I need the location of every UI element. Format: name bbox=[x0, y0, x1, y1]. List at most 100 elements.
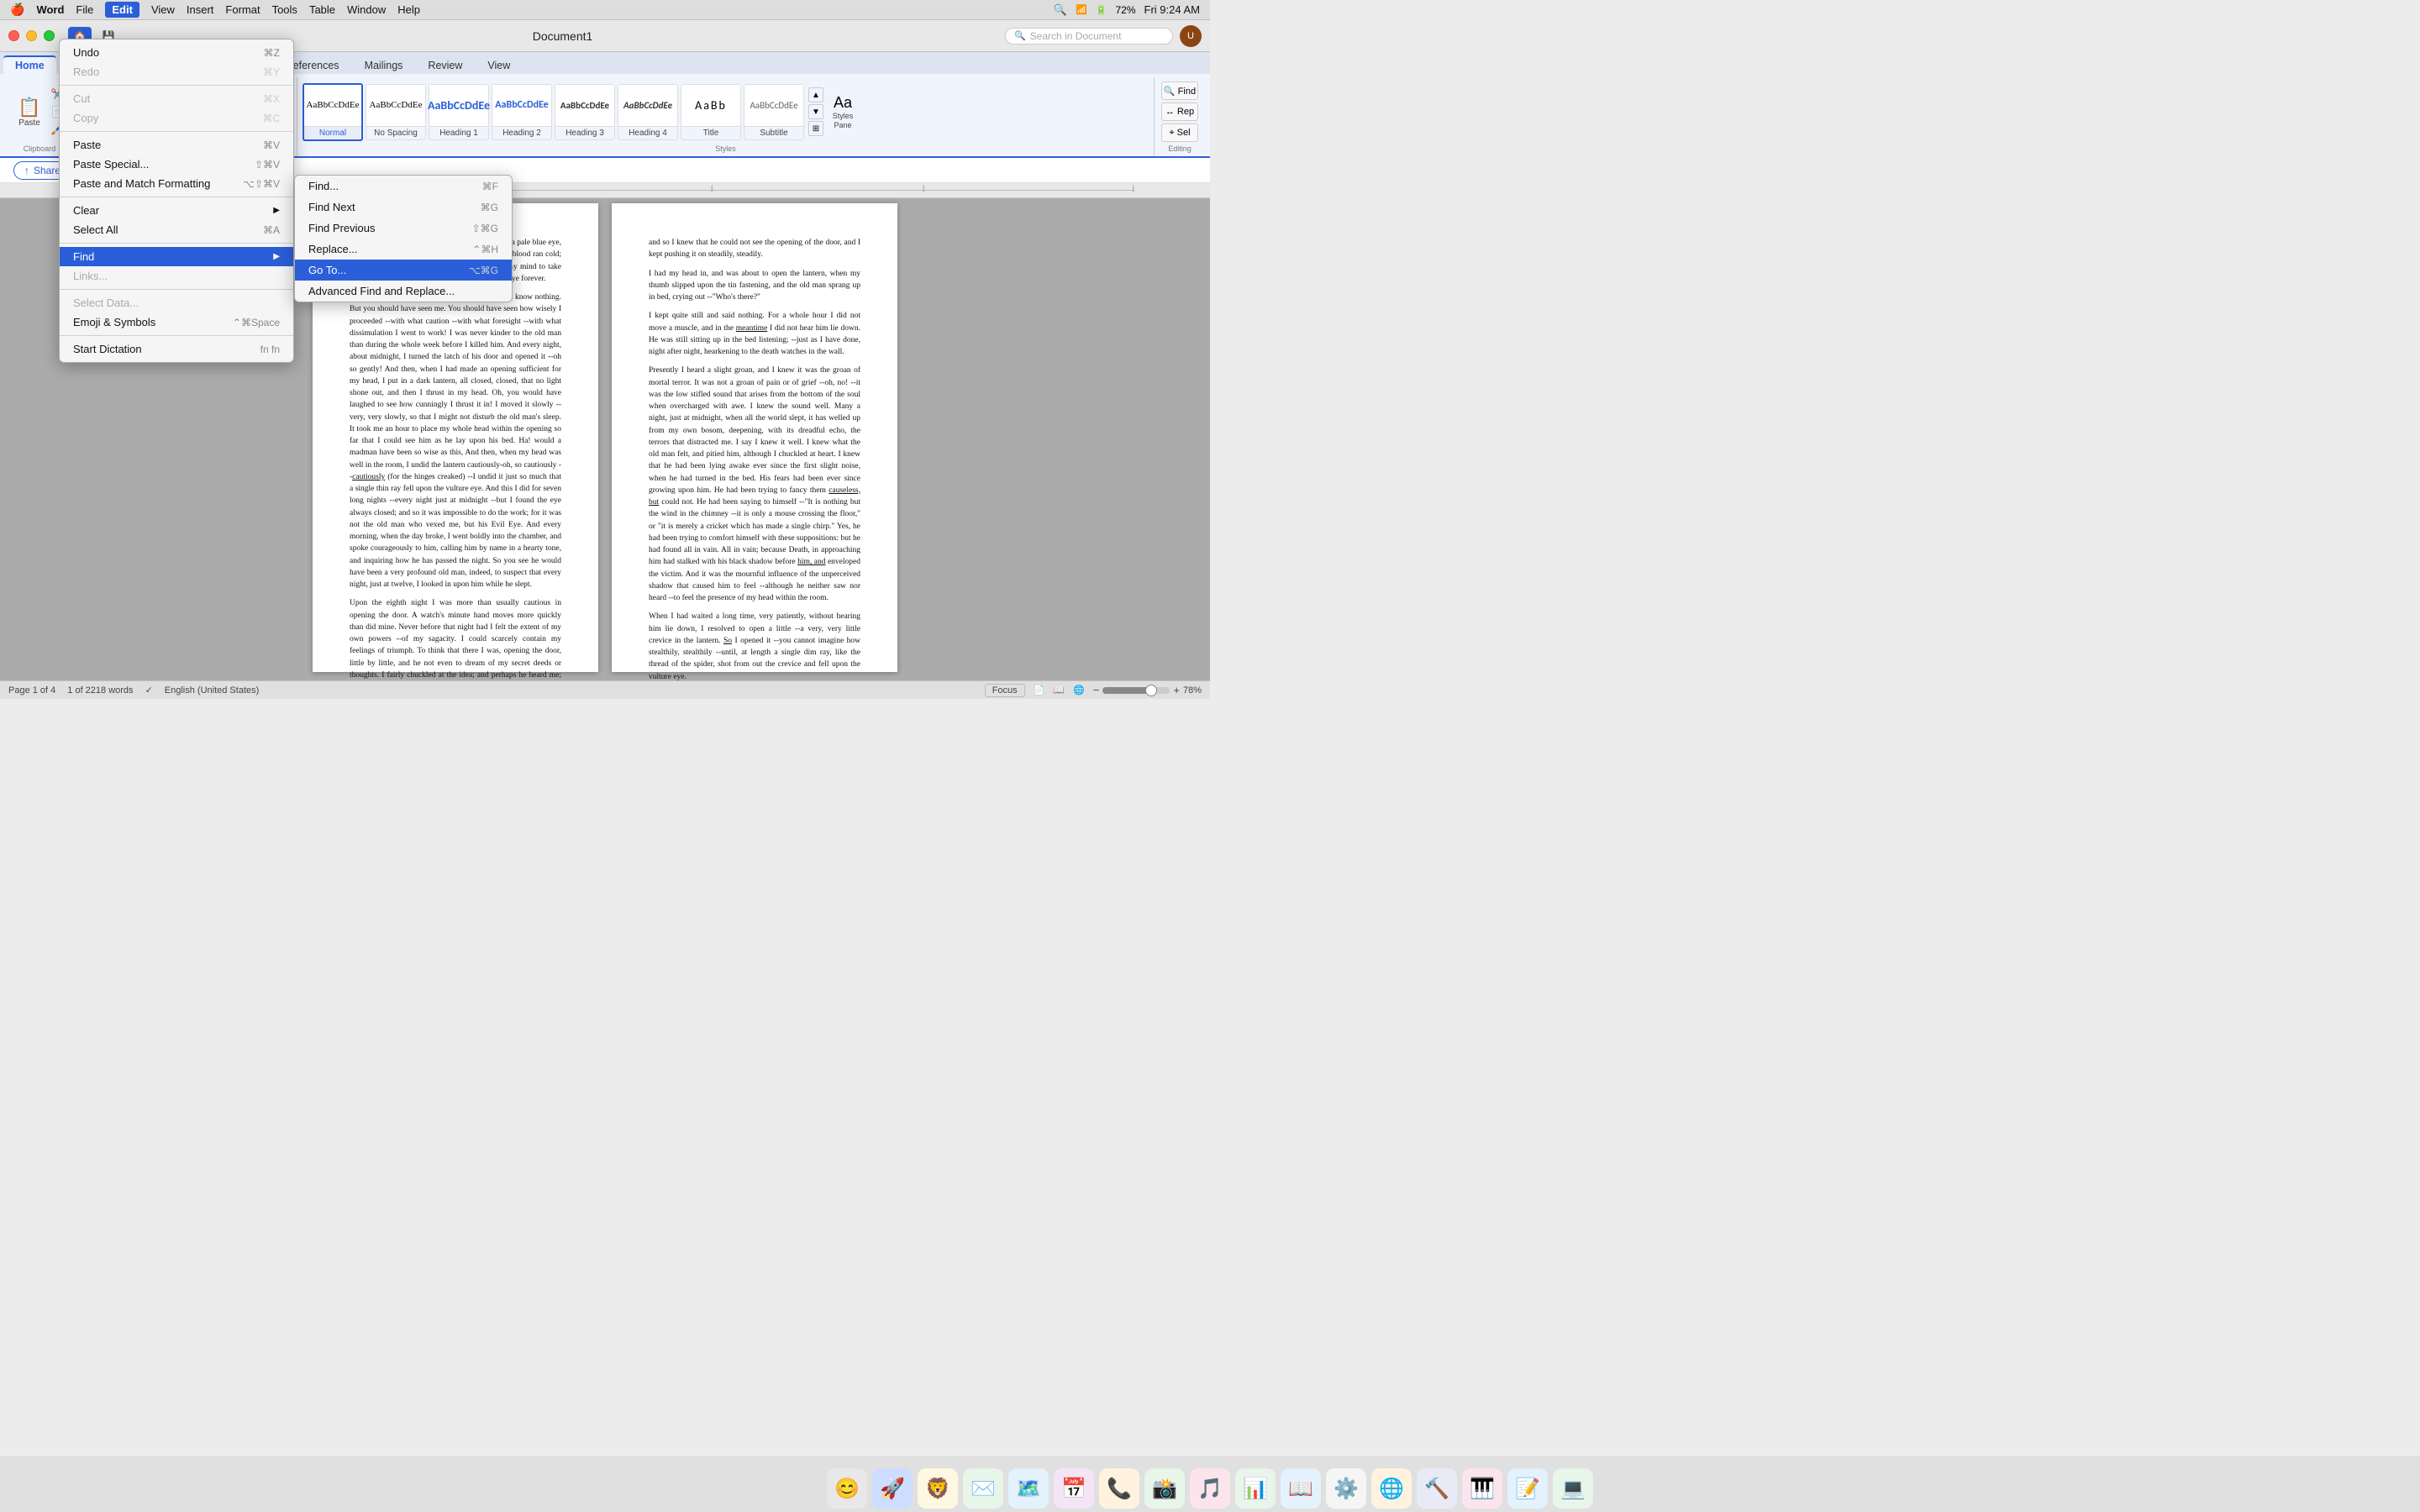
menu-item-paste-match[interactable]: Paste and Match Formatting ⌥⇧⌘V bbox=[60, 174, 293, 193]
menu-item-undo[interactable]: Undo ⌘Z bbox=[60, 43, 293, 62]
app-name[interactable]: Word bbox=[36, 3, 64, 16]
page-left-p3: Upon the eighth night I was more than us… bbox=[350, 597, 561, 680]
dock-word[interactable]: 📝 bbox=[1507, 1468, 1548, 1509]
menu-help[interactable]: Help bbox=[397, 3, 420, 16]
dock-facetime[interactable]: 📞 bbox=[1099, 1468, 1139, 1509]
view-reading-icon[interactable]: 📖 bbox=[1053, 685, 1065, 696]
dock-music[interactable]: 🎵 bbox=[1190, 1468, 1230, 1509]
dock-terminal[interactable]: 💻 bbox=[1553, 1468, 1593, 1509]
dock-finder[interactable]: 😊 bbox=[827, 1468, 867, 1509]
styles-pane-button[interactable]: Aa StylesPane bbox=[826, 90, 860, 134]
menu-tools[interactable]: Tools bbox=[272, 3, 297, 16]
menu-item-select-data: Select Data... bbox=[60, 293, 293, 312]
submenu-find-previous[interactable]: Find Previous ⇧⌘G bbox=[295, 218, 512, 239]
replace-button[interactable]: ↔ Rep bbox=[1161, 102, 1198, 121]
dock-calendar[interactable]: 📅 bbox=[1054, 1468, 1094, 1509]
tab-home[interactable]: Home bbox=[3, 55, 56, 74]
minimize-button[interactable] bbox=[26, 30, 37, 41]
user-avatar[interactable]: U bbox=[1180, 25, 1202, 47]
menu-edit[interactable]: Edit bbox=[105, 2, 139, 18]
dock-safari[interactable]: 🦁 bbox=[918, 1468, 958, 1509]
share-icon: ↑ bbox=[24, 165, 29, 176]
zoom-out-button[interactable]: − bbox=[1093, 684, 1100, 696]
menu-item-select-all[interactable]: Select All ⌘A bbox=[60, 220, 293, 239]
menu-item-dictation[interactable]: Start Dictation fn fn bbox=[60, 339, 293, 359]
view-web-icon[interactable]: 🌐 bbox=[1073, 685, 1085, 696]
styles-expand[interactable]: ⊞ bbox=[808, 121, 823, 136]
styles-label: Styles bbox=[302, 144, 1149, 155]
edit-menu-dictation-section: Start Dictation fn fn bbox=[60, 336, 293, 362]
clipboard-label: Clipboard bbox=[13, 144, 66, 155]
edit-menu-paste-section: Paste ⌘V Paste Special... ⇧⌘V Paste and … bbox=[60, 132, 293, 197]
dock-books[interactable]: 📖 bbox=[1281, 1468, 1321, 1509]
maximize-button[interactable] bbox=[44, 30, 55, 41]
zoom-thumb[interactable] bbox=[1145, 685, 1157, 696]
language[interactable]: English (United States) bbox=[165, 685, 260, 696]
submenu-goto[interactable]: Go To... ⌥⌘G bbox=[295, 260, 512, 281]
menu-window[interactable]: Window bbox=[347, 3, 386, 16]
styles-scroll-down[interactable]: ▼ bbox=[808, 104, 823, 119]
clipboard-buttons: 📋 Paste ✂️ 📄 🖌️ bbox=[13, 79, 66, 144]
siri-icon[interactable]: 🔍 bbox=[1054, 3, 1067, 17]
tab-view[interactable]: View bbox=[476, 57, 522, 74]
editing-label: Editing bbox=[1161, 144, 1198, 155]
menu-format[interactable]: Format bbox=[225, 3, 260, 16]
edit-dropdown-menu[interactable]: Undo ⌘Z Redo ⌘Y Cut ⌘X Copy ⌘C Paste ⌘V bbox=[59, 39, 294, 363]
style-no-spacing[interactable]: AaBbCcDdEe No Spacing bbox=[366, 84, 426, 140]
menu-item-find[interactable]: Find ▶ bbox=[60, 247, 293, 266]
menu-insert[interactable]: Insert bbox=[187, 3, 214, 16]
menu-view[interactable]: View bbox=[151, 3, 175, 16]
style-heading1[interactable]: AaBbCcDdEe Heading 1 bbox=[429, 84, 489, 140]
spelling-icon[interactable]: ✓ bbox=[145, 685, 153, 696]
menu-table[interactable]: Table bbox=[309, 3, 335, 16]
dock-chrome[interactable]: 🌐 bbox=[1371, 1468, 1412, 1509]
dock-launchpad[interactable]: 🚀 bbox=[872, 1468, 913, 1509]
search-bar[interactable]: 🔍 Search in Document bbox=[1005, 28, 1173, 45]
style-title[interactable]: AaBb Title bbox=[681, 84, 741, 140]
find-button[interactable]: 🔍 Find bbox=[1161, 81, 1198, 100]
view-normal-icon[interactable]: 📄 bbox=[1034, 685, 1045, 696]
menu-item-copy: Copy ⌘C bbox=[60, 108, 293, 128]
zoom-in-button[interactable]: + bbox=[1173, 684, 1180, 696]
dock-settings[interactable]: ⚙️ bbox=[1326, 1468, 1366, 1509]
menu-file[interactable]: File bbox=[76, 3, 93, 16]
style-normal[interactable]: AaBbCcDdEe Normal bbox=[302, 83, 363, 141]
dock-photos[interactable]: 📸 bbox=[1144, 1468, 1185, 1509]
dock: 😊 🚀 🦁 ✉️ 🗺️ 📅 📞 📸 🎵 📊 📖 ⚙️ 🌐 🔨 🎹 📝 💻 bbox=[0, 1455, 2420, 1512]
battery-percent: 72% bbox=[1116, 4, 1136, 16]
menu-item-clear[interactable]: Clear ▶ bbox=[60, 201, 293, 220]
style-subtitle[interactable]: AaBbCcDdEe Subtitle bbox=[744, 84, 804, 140]
menu-item-paste-special[interactable]: Paste Special... ⇧⌘V bbox=[60, 155, 293, 174]
find-submenu[interactable]: Find... ⌘F Find Next ⌘G Find Previous ⇧⌘… bbox=[294, 175, 513, 302]
submenu-find-next[interactable]: Find Next ⌘G bbox=[295, 197, 512, 218]
menu-item-paste[interactable]: Paste ⌘V bbox=[60, 135, 293, 155]
page-right-p5: When I had waited a long time, very pati… bbox=[649, 611, 860, 680]
dock-xcode[interactable]: 🔨 bbox=[1417, 1468, 1457, 1509]
edit-menu-find-section: Find ▶ Links... bbox=[60, 244, 293, 290]
dock-maps[interactable]: 🗺️ bbox=[1008, 1468, 1049, 1509]
styles-scroll-up[interactable]: ▲ bbox=[808, 87, 823, 102]
style-heading2[interactable]: AaBbCcDdEe Heading 2 bbox=[492, 84, 552, 140]
submenu-replace[interactable]: Replace... ⌃⌘H bbox=[295, 239, 512, 260]
focus-button[interactable]: Focus bbox=[985, 684, 1025, 697]
select-button[interactable]: ⌖ Sel bbox=[1161, 123, 1198, 142]
zoom-slider[interactable] bbox=[1102, 687, 1170, 694]
ribbon-group-editing: 🔍 Find ↔ Rep ⌖ Sel Editing bbox=[1155, 77, 1205, 156]
submenu-advanced-find[interactable]: Advanced Find and Replace... bbox=[295, 281, 512, 302]
tab-review[interactable]: Review bbox=[416, 57, 474, 74]
close-button[interactable] bbox=[8, 30, 19, 41]
style-heading4[interactable]: AaBbCcDdEe Heading 4 bbox=[618, 84, 678, 140]
tab-mailings[interactable]: Mailings bbox=[353, 57, 415, 74]
style-heading3[interactable]: AaBbCcDdEe Heading 3 bbox=[555, 84, 615, 140]
page-left-p2: Now this is the point. You fancy me mad.… bbox=[350, 291, 561, 591]
paste-button[interactable]: 📋 Paste bbox=[13, 97, 45, 128]
apple-logo-icon[interactable]: 🍎 bbox=[10, 3, 24, 17]
submenu-find[interactable]: Find... ⌘F bbox=[295, 176, 512, 197]
page-right-p1: and so I knew that he could not see the … bbox=[649, 237, 860, 261]
dock-numbers[interactable]: 📊 bbox=[1235, 1468, 1276, 1509]
menu-item-emoji[interactable]: Emoji & Symbols ⌃⌘Space bbox=[60, 312, 293, 332]
mac-right: 🔍 📶 🔋 72% Fri 9:24 AM bbox=[1054, 3, 1200, 17]
dock-mail[interactable]: ✉️ bbox=[963, 1468, 1003, 1509]
page-right-p2: I had my head in, and was about to open … bbox=[649, 268, 860, 304]
dock-itunes[interactable]: 🎹 bbox=[1462, 1468, 1502, 1509]
